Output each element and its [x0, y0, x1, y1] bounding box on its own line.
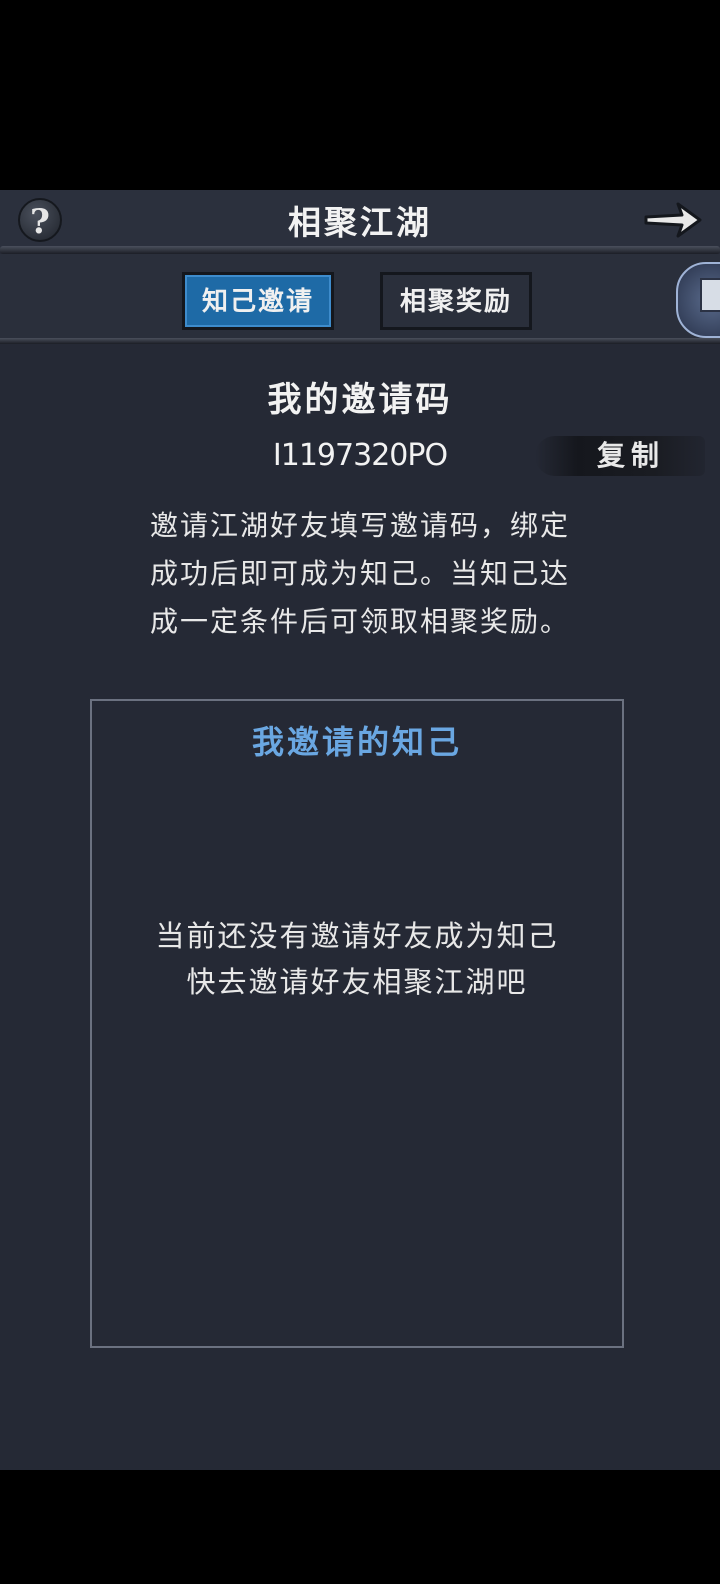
copy-button[interactable]: 复制 — [535, 436, 705, 476]
invited-friends-panel: 我邀请的知己 当前还没有邀请好友成为知己 快去邀请好友相聚江湖吧 — [90, 699, 624, 1348]
description-line: 邀请江湖好友填写邀请码，绑定 — [149, 509, 570, 542]
empty-state-message: 当前还没有邀请好友成为知己 快去邀请好友相聚江湖吧 — [92, 913, 622, 1005]
empty-line: 当前还没有邀请好友成为知己 — [155, 919, 559, 953]
description-line: 成一定条件后可领取相聚奖励。 — [149, 605, 570, 638]
description-line: 成功后即可成为知己。当知己达 — [149, 557, 570, 590]
invite-code-title: 我的邀请码 — [267, 380, 453, 420]
arrow-right-icon[interactable] — [642, 200, 704, 240]
tab-friend-invite[interactable]: 知己邀请 — [182, 272, 334, 330]
invite-description: 邀请江湖好友填写邀请码，绑定 成功后即可成为知己。当知己达 成一定条件后可领取相… — [110, 502, 610, 646]
tab-bar-divider — [0, 338, 720, 344]
invite-page: ? 相聚江湖 知己邀请 相聚奖励 我的邀请码 I1197320PO 复制 邀请江… — [0, 190, 720, 1470]
panel-title: 我邀请的知己 — [251, 723, 462, 761]
book-icon[interactable] — [676, 262, 720, 338]
page-title: 相聚江湖 — [288, 203, 432, 242]
header-divider — [0, 246, 720, 254]
tab-bar — [0, 254, 720, 344]
tab-gathering-rewards[interactable]: 相聚奖励 — [380, 272, 532, 330]
empty-line: 快去邀请好友相聚江湖吧 — [186, 965, 528, 999]
header-bar: ? 相聚江湖 — [0, 190, 720, 250]
screen: ? 相聚江湖 知己邀请 相聚奖励 我的邀请码 I1197320PO 复制 邀请江… — [0, 0, 720, 1584]
